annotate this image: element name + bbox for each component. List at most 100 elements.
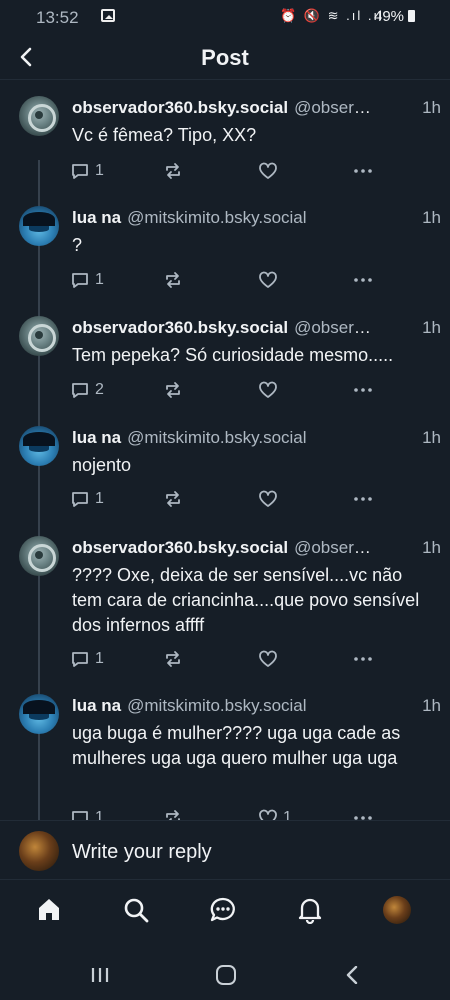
repost-button[interactable]: [163, 268, 188, 292]
post-time: 1h: [422, 208, 441, 227]
reply-icon: [72, 164, 88, 179]
heart-icon: [259, 162, 277, 179]
reply-button[interactable]: 1: [70, 268, 104, 292]
like-button[interactable]: [258, 268, 283, 292]
thread-post[interactable]: lua na @mitskimito.bsky.social 1h ? 1: [0, 190, 450, 300]
reply-button[interactable]: 1: [70, 159, 104, 183]
ellipsis-icon: [354, 278, 372, 282]
repost-icon: [166, 491, 180, 507]
author-handle[interactable]: @observador360.bsky.social: [294, 98, 372, 117]
reply-button[interactable]: 1: [70, 806, 104, 820]
post-actions: 1: [70, 647, 430, 671]
more-options-button[interactable]: [352, 487, 374, 511]
reply-button[interactable]: 1: [70, 647, 104, 671]
repost-icon: [166, 382, 180, 398]
post-text: uga buga é mulher???? uga uga cade as mu…: [72, 723, 401, 768]
more-options-button[interactable]: [352, 806, 374, 820]
status-time: 13:52: [36, 8, 79, 27]
author-display-name[interactable]: observador360.bsky.social: [72, 318, 288, 337]
author-avatar[interactable]: [19, 96, 59, 136]
repost-button[interactable]: [163, 806, 188, 820]
ellipsis-icon: [354, 497, 372, 501]
ellipsis-icon: [354, 388, 372, 392]
author-avatar[interactable]: [19, 694, 59, 734]
post-actions: 1 1: [70, 806, 430, 820]
reply-button[interactable]: 2: [70, 378, 104, 402]
author-avatar[interactable]: [19, 316, 59, 356]
repost-icon: [166, 651, 180, 667]
thread-post[interactable]: lua na @mitskimito.bsky.social 1h uga bug…: [0, 678, 450, 820]
profile-avatar[interactable]: [382, 895, 412, 925]
thread-post[interactable]: observador360.bsky.social @observador360.…: [0, 300, 450, 410]
bell-icon[interactable]: [295, 895, 325, 925]
reply-button[interactable]: 1: [70, 487, 104, 511]
thread-post[interactable]: observador360.bsky.social @observador360.…: [0, 520, 450, 678]
repost-button[interactable]: [163, 378, 188, 402]
post-thread[interactable]: observador360.bsky.social @observador360.…: [0, 80, 450, 820]
system-back-icon[interactable]: [344, 965, 360, 985]
post-meta: lua na @mitskimito.bsky.social: [72, 696, 372, 718]
search-icon[interactable]: [121, 895, 151, 925]
post-meta: observador360.bsky.social @observador360.…: [72, 318, 372, 340]
reply-input[interactable]: Write your reply: [72, 841, 212, 864]
author-display-name[interactable]: observador360.bsky.social: [72, 538, 288, 557]
post-meta: observador360.bsky.social @observador360.…: [72, 98, 372, 120]
author-handle[interactable]: @observador360.bsky.social: [294, 318, 372, 337]
thread-post[interactable]: observador360.bsky.social @observador360.…: [0, 80, 450, 190]
status-bar: 13:52 ⏰ 🔇 ≋ .ıl .ıl 49%: [0, 0, 450, 34]
bottom-navigation: [0, 881, 450, 939]
author-handle[interactable]: @observador360.bsky.social: [294, 538, 372, 557]
repost-button[interactable]: [163, 487, 188, 511]
repost-icon: [166, 272, 180, 288]
more-options-button[interactable]: [352, 268, 374, 292]
system-navigation-bar: [0, 939, 450, 1000]
reply-count: 1: [95, 809, 104, 820]
more-options-button[interactable]: [352, 647, 374, 671]
author-display-name[interactable]: observador360.bsky.social: [72, 98, 288, 117]
author-handle[interactable]: @mitskimito.bsky.social: [127, 428, 306, 447]
post-meta: observador360.bsky.social @observador360.…: [72, 538, 372, 560]
author-display-name[interactable]: lua na: [72, 696, 121, 715]
reply-icon: [72, 273, 88, 288]
author-avatar[interactable]: [19, 206, 59, 246]
heart-icon: [259, 271, 277, 288]
repost-button[interactable]: [163, 159, 188, 183]
repost-button[interactable]: [163, 647, 188, 671]
repost-icon: [166, 810, 180, 820]
more-options-button[interactable]: [352, 378, 374, 402]
my-avatar: [19, 831, 59, 871]
author-avatar[interactable]: [19, 536, 59, 576]
post-text: Vc é fêmea? Tipo, XX?: [72, 125, 257, 145]
thread-post[interactable]: lua na @mitskimito.bsky.social 1h nojento…: [0, 410, 450, 520]
post-meta: lua na @mitskimito.bsky.social: [72, 208, 372, 230]
author-handle[interactable]: @mitskimito.bsky.social: [127, 696, 306, 715]
author-display-name[interactable]: lua na: [72, 428, 121, 447]
post-actions: 1: [70, 487, 430, 511]
post-text: ?: [72, 235, 83, 255]
home-icon[interactable]: [34, 895, 64, 925]
more-options-button[interactable]: [352, 159, 374, 183]
page-title: Post: [201, 45, 249, 70]
recents-icon[interactable]: [91, 967, 109, 983]
reply-icon: [72, 652, 88, 667]
reply-count: 1: [95, 650, 104, 667]
like-button[interactable]: [258, 378, 283, 402]
reply-icon: [72, 492, 88, 507]
post-meta: lua na @mitskimito.bsky.social: [72, 428, 372, 450]
heart-icon: [259, 650, 277, 667]
post-actions: 1: [70, 268, 430, 292]
chat-icon[interactable]: [208, 895, 238, 925]
post-actions: 1: [70, 159, 430, 183]
reply-count: 1: [95, 271, 104, 288]
ellipsis-icon: [354, 816, 372, 820]
author-handle[interactable]: @mitskimito.bsky.social: [127, 208, 306, 227]
author-display-name[interactable]: lua na: [72, 208, 121, 227]
like-button[interactable]: [258, 159, 283, 183]
author-avatar[interactable]: [19, 426, 59, 466]
heart-icon: [259, 490, 277, 507]
like-button[interactable]: [258, 487, 283, 511]
system-home-icon[interactable]: [216, 965, 236, 985]
reply-composer[interactable]: Write your reply: [0, 820, 450, 880]
like-button[interactable]: 1: [258, 806, 292, 820]
like-button[interactable]: [258, 647, 283, 671]
